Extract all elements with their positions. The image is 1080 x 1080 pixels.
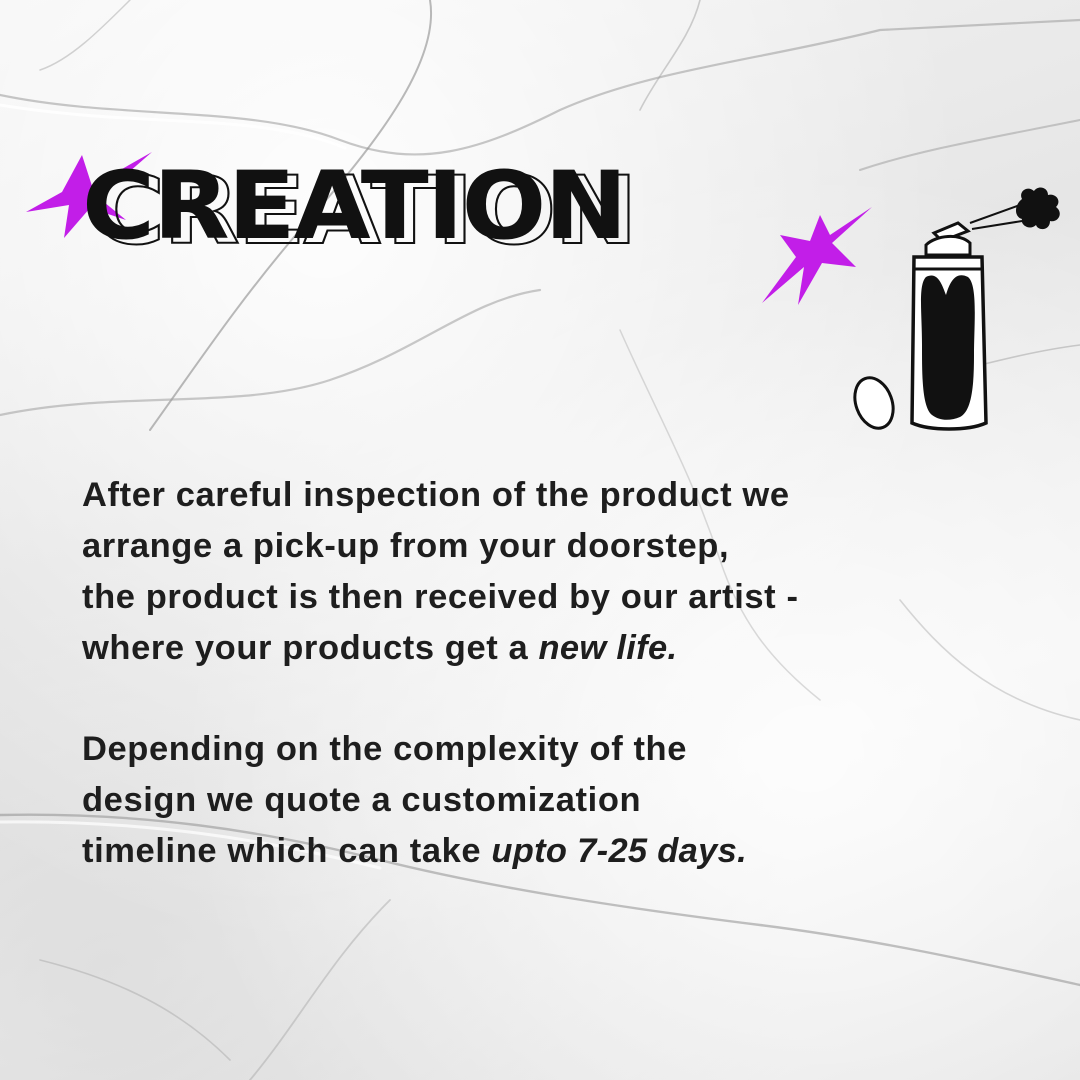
emphasis-timeline-days: upto 7-25 days. xyxy=(491,832,748,870)
page-title: CREATION xyxy=(82,152,628,261)
paragraph-line: arrange a pick-up from your doorstep, xyxy=(82,527,730,565)
paragraph-line: where your products get a new life. xyxy=(82,623,1022,674)
paragraph-timeline: Depending on the complexity of the desig… xyxy=(82,724,1022,877)
paragraph-line: After careful inspection of the product … xyxy=(82,476,790,514)
paragraph-line: the product is then received by our arti… xyxy=(82,578,799,616)
line-text: timeline which can take xyxy=(82,832,492,870)
title-area: CREATION CREATION xyxy=(0,0,1080,431)
paragraph-pickup: After careful inspection of the product … xyxy=(82,470,1022,674)
paragraph-line: Depending on the complexity of the xyxy=(82,730,688,768)
spray-can-icon xyxy=(853,187,1060,431)
emphasis-new-life: new life. xyxy=(538,629,678,667)
line-text: where your products get a xyxy=(82,629,539,667)
paragraph-line: design we quote a customization xyxy=(82,781,642,819)
paragraph-line: timeline which can take upto 7-25 days. xyxy=(82,826,1022,877)
